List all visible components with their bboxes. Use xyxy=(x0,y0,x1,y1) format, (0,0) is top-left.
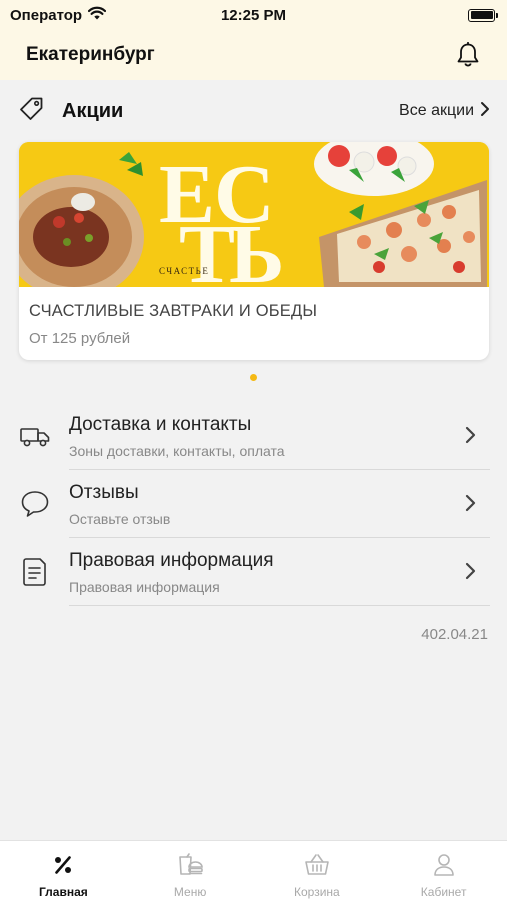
chevron-right-icon xyxy=(464,493,482,517)
truck-icon xyxy=(20,422,50,452)
user-icon xyxy=(431,852,457,878)
document-icon xyxy=(20,557,50,587)
status-bar: Оператор 12:25 PM xyxy=(0,0,507,30)
menu-item-title: Отзывы xyxy=(69,482,139,503)
promo-card-subtitle: От 125 рублей xyxy=(29,330,131,347)
all-promotions-link[interactable]: Все акции xyxy=(399,101,490,122)
tab-label: Кабинет xyxy=(420,885,467,899)
menu-item-subtitle: Зоны доставки, контакты, оплата xyxy=(69,443,285,459)
city-selector[interactable]: Екатеринбург xyxy=(26,44,155,66)
promo-card[interactable]: Е С Т Ь СЧАСТЬЕ СЧАСТЛИВЫЕ ЗАВТРАКИ И ОБ… xyxy=(19,142,489,360)
divider xyxy=(69,605,490,606)
chat-bubble-icon xyxy=(20,489,50,519)
tab-menu[interactable]: Меню xyxy=(127,841,254,900)
tab-label: Главная xyxy=(38,885,88,899)
divider xyxy=(69,469,490,470)
tab-label: Меню xyxy=(173,885,207,899)
chevron-right-icon xyxy=(464,561,482,585)
app-version: 402.04.21 xyxy=(421,626,488,643)
menu-item-subtitle: Правовая информация xyxy=(69,579,220,595)
menu-item-title: Доставка и контакты xyxy=(69,414,252,435)
status-left: Оператор xyxy=(10,6,107,24)
promotions-title-group: Акции xyxy=(18,96,123,127)
menu-item-delivery[interactable]: Доставка и контакты Зоны доставки, конта… xyxy=(0,403,507,471)
app-header: Екатеринбург xyxy=(0,30,507,80)
basket-icon xyxy=(304,852,330,878)
carousel-dot-active[interactable] xyxy=(250,374,257,381)
wifi-icon xyxy=(87,6,107,24)
chevron-right-icon xyxy=(480,101,490,122)
menu-item-reviews[interactable]: Отзывы Оставьте отзыв xyxy=(0,471,507,539)
tab-bar: Главная Меню Корзина Кабинет xyxy=(0,840,507,900)
svg-text:Ь: Ь xyxy=(229,208,285,287)
promotions-header: Акции Все акции xyxy=(18,92,490,130)
menu-item-title: Правовая информация xyxy=(69,550,274,571)
promo-banner-image: Е С Т Ь СЧАСТЬЕ xyxy=(19,142,489,287)
carrier-label: Оператор xyxy=(10,6,83,24)
all-promotions-label: Все акции xyxy=(399,102,474,119)
tab-account[interactable]: Кабинет xyxy=(380,841,507,900)
divider xyxy=(69,537,490,538)
promotions-title: Акции xyxy=(62,99,124,122)
promo-card-title: СЧАСТЛИВЫЕ ЗАВТРАКИ И ОБЕДЫ xyxy=(29,302,318,320)
menu-item-legal[interactable]: Правовая информация Правовая информация xyxy=(0,539,507,607)
chevron-right-icon xyxy=(464,425,482,449)
menu-item-subtitle: Оставьте отзыв xyxy=(69,511,171,527)
percent-icon xyxy=(50,852,76,878)
bell-icon[interactable] xyxy=(454,41,482,69)
tab-label: Корзина xyxy=(294,885,340,899)
battery-icon xyxy=(468,8,498,22)
carousel-pagination xyxy=(0,374,507,381)
tag-icon xyxy=(18,96,44,127)
tab-cart[interactable]: Корзина xyxy=(254,841,381,900)
food-menu-icon xyxy=(177,852,203,878)
tab-home[interactable]: Главная xyxy=(0,841,127,900)
promo-banner-caption: СЧАСТЬЕ xyxy=(159,266,210,276)
